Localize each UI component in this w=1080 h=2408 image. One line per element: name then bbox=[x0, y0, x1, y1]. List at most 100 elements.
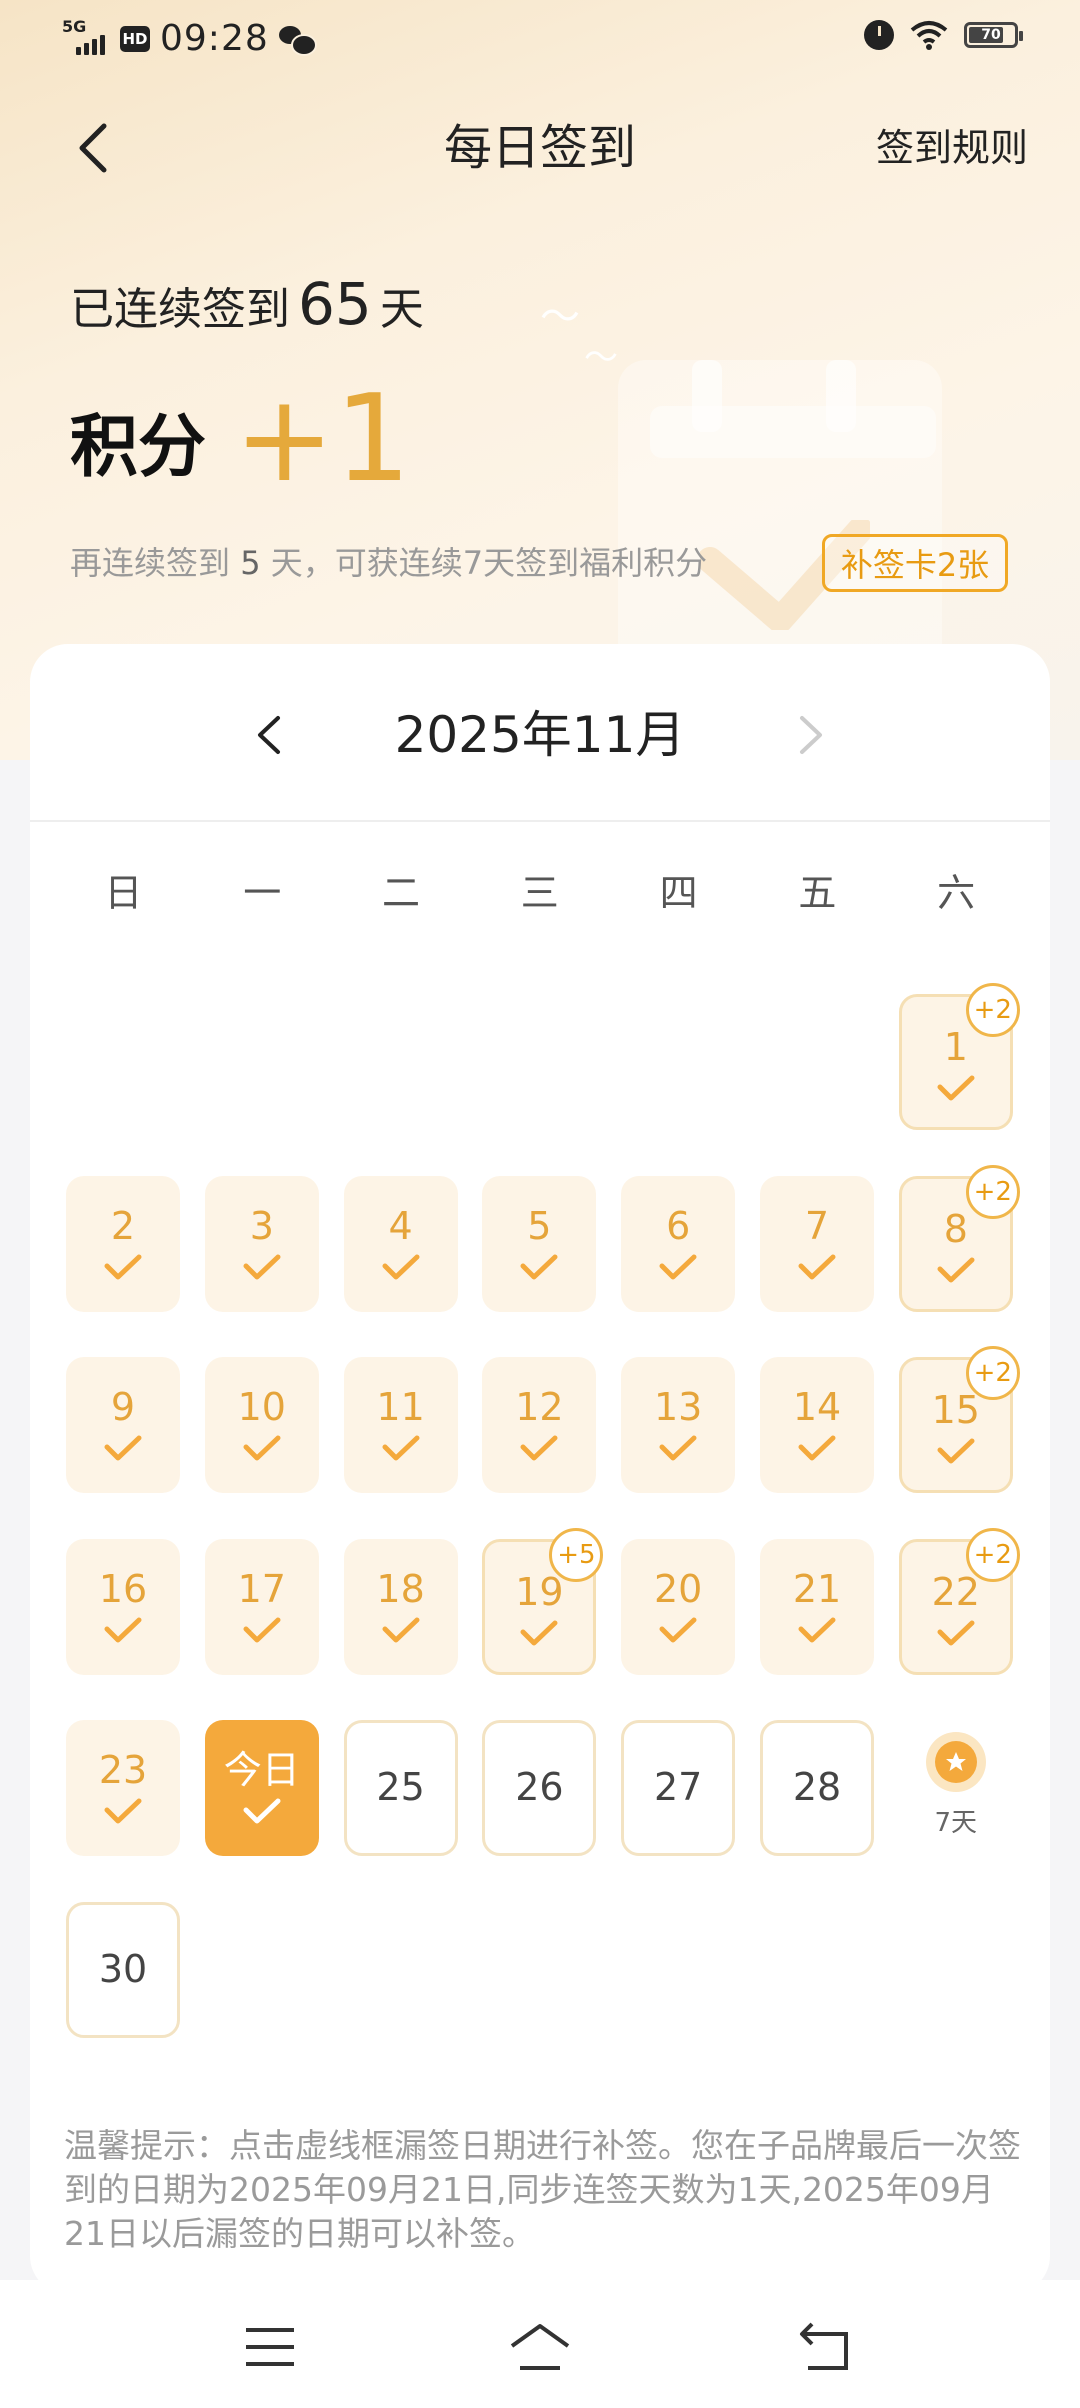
check-icon bbox=[520, 1620, 558, 1645]
day-number: 今日 bbox=[223, 1748, 300, 1792]
day-cell[interactable]: 27 bbox=[621, 1720, 736, 1856]
day-number: 4 bbox=[388, 1203, 413, 1248]
day-cell[interactable]: 26 bbox=[482, 1720, 597, 1856]
system-navigation-bar bbox=[0, 2280, 1080, 2408]
day-number: 28 bbox=[792, 1765, 842, 1809]
day-cell[interactable]: 18 bbox=[343, 1538, 458, 1675]
day-cell[interactable]: 16 bbox=[66, 1538, 180, 1675]
day-cell[interactable]: 25 bbox=[343, 1720, 458, 1856]
weekday-label: 四 bbox=[659, 871, 698, 915]
check-icon bbox=[520, 1435, 558, 1461]
day-number: 23 bbox=[98, 1748, 148, 1792]
check-icon bbox=[937, 1620, 975, 1645]
check-icon bbox=[659, 1617, 697, 1642]
check-icon bbox=[937, 1075, 975, 1101]
day-number: 14 bbox=[792, 1385, 842, 1429]
weekday-label: 五 bbox=[798, 871, 837, 915]
day-cell[interactable]: 20 bbox=[621, 1538, 736, 1675]
day-cell[interactable]: 23 bbox=[66, 1720, 180, 1856]
day-cell[interactable]: 11 bbox=[343, 1357, 458, 1493]
star-coin-icon bbox=[925, 1732, 986, 1792]
day-number: 10 bbox=[237, 1385, 286, 1429]
day-cell[interactable]: 7 bbox=[760, 1175, 874, 1312]
battery-icon: 70 bbox=[964, 22, 1023, 48]
next-month-button[interactable] bbox=[774, 700, 844, 770]
day-cell[interactable]: 13 bbox=[621, 1357, 736, 1493]
day-cell[interactable]: 28 bbox=[760, 1720, 874, 1856]
day-number: 13 bbox=[654, 1385, 703, 1429]
calendar-ring-left bbox=[692, 360, 722, 432]
points-display: 积分 +1 bbox=[70, 380, 411, 500]
check-icon bbox=[243, 1254, 281, 1279]
calendar-card: 2025年11月 日 一 二 三 四 五 六 1 +2 2 3 4 5 6 7 8 +2 9 10 11… bbox=[30, 644, 1050, 2294]
bonus-badge: +2 bbox=[965, 983, 1020, 1037]
streak-reward: 7天 bbox=[899, 1732, 1013, 1839]
check-icon bbox=[798, 1617, 836, 1642]
check-icon bbox=[104, 1254, 142, 1279]
month-switcher: 2025年11月 bbox=[30, 644, 1050, 822]
menu-icon[interactable] bbox=[238, 2320, 302, 2374]
weekday-label: 二 bbox=[381, 871, 420, 915]
bird-icon: 〜 bbox=[584, 338, 618, 378]
day-cell[interactable]: 2 bbox=[66, 1175, 180, 1312]
weekday-label: 日 bbox=[104, 871, 143, 915]
day-cell[interactable]: 22 +2 bbox=[898, 1527, 1020, 1675]
day-number: 18 bbox=[376, 1566, 425, 1611]
day-cell[interactable]: 8 +2 bbox=[898, 1164, 1020, 1312]
weekday-label: 三 bbox=[520, 871, 559, 915]
day-cell[interactable]: 17 bbox=[204, 1538, 319, 1675]
day-number: 16 bbox=[98, 1566, 148, 1611]
hd-icon: HD bbox=[120, 25, 150, 52]
day-number: 2 bbox=[110, 1203, 136, 1248]
weekday-label: 一 bbox=[243, 871, 282, 915]
check-icon bbox=[659, 1435, 697, 1461]
check-icon bbox=[243, 1435, 281, 1461]
check-icon bbox=[243, 1617, 281, 1642]
day-cell[interactable]: 21 bbox=[760, 1538, 874, 1675]
bonus-badge: +2 bbox=[965, 1346, 1020, 1400]
day-cell[interactable]: 14 bbox=[760, 1357, 874, 1493]
day-number: 17 bbox=[237, 1566, 286, 1611]
day-cell[interactable]: 9 bbox=[66, 1357, 180, 1493]
day-cell[interactable]: 4 bbox=[343, 1175, 458, 1312]
day-cell-today[interactable]: 今日 bbox=[204, 1720, 319, 1856]
day-number: 12 bbox=[515, 1385, 564, 1429]
makeup-card-button[interactable]: 补签卡2张 bbox=[822, 534, 1008, 592]
day-cell[interactable]: 10 bbox=[204, 1357, 319, 1493]
day-number: 25 bbox=[376, 1765, 425, 1809]
alarm-icon bbox=[864, 20, 894, 50]
check-icon bbox=[104, 1798, 142, 1824]
bonus-badge: +2 bbox=[965, 1527, 1020, 1582]
day-number: 27 bbox=[654, 1765, 703, 1809]
check-icon bbox=[937, 1257, 975, 1282]
check-icon bbox=[104, 1435, 142, 1461]
points-value: +1 bbox=[234, 370, 411, 509]
day-number: 20 bbox=[654, 1566, 703, 1611]
day-number: 5 bbox=[527, 1203, 552, 1248]
day-cell[interactable]: 3 bbox=[204, 1175, 319, 1312]
day-cell[interactable]: 6 bbox=[621, 1175, 736, 1312]
day-number: 30 bbox=[98, 1946, 148, 1991]
home-icon[interactable] bbox=[508, 2320, 572, 2374]
signal-icon: 5G bbox=[62, 17, 110, 57]
day-cell[interactable]: 5 bbox=[482, 1175, 597, 1312]
check-icon bbox=[104, 1617, 142, 1642]
check-icon bbox=[382, 1435, 420, 1461]
check-icon bbox=[798, 1254, 836, 1279]
reward-label: 7天 bbox=[934, 1808, 978, 1838]
day-number: 9 bbox=[110, 1385, 136, 1429]
return-icon[interactable] bbox=[796, 2320, 860, 2374]
status-time: 09:28 bbox=[160, 18, 269, 59]
day-cell[interactable]: 19 +5 bbox=[482, 1527, 604, 1675]
streak-text: 已连续签到 65 天 bbox=[70, 270, 424, 338]
rules-button[interactable]: 签到规则 bbox=[876, 122, 1028, 174]
check-icon bbox=[520, 1254, 558, 1279]
bonus-badge: +2 bbox=[965, 1164, 1020, 1219]
weekday-label: 六 bbox=[937, 871, 976, 915]
day-cell[interactable]: 1 +2 bbox=[898, 983, 1020, 1130]
status-bar: 5G HD 09:28 70 bbox=[0, 0, 1080, 80]
day-cell[interactable]: 12 bbox=[482, 1357, 597, 1493]
day-cell[interactable]: 15 +2 bbox=[898, 1346, 1020, 1493]
day-number: 11 bbox=[376, 1385, 425, 1429]
day-cell[interactable]: 30 bbox=[66, 1901, 180, 2038]
